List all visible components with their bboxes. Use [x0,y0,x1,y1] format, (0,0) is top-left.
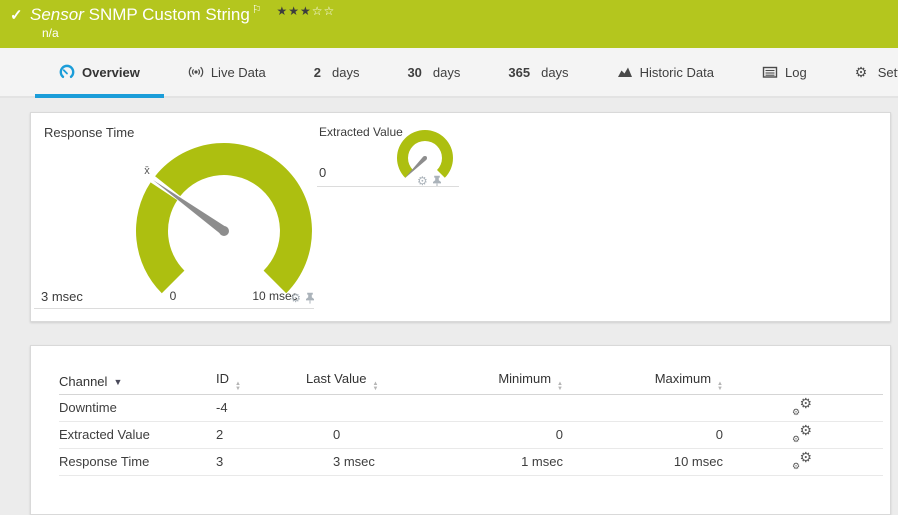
cell-maximum: 10 msec [673,454,723,469]
cell-last-value: 3 msec [333,454,375,469]
tab-label: days [432,64,461,80]
sensor-status: n/a [42,26,59,40]
gauge-icon [59,64,75,78]
cell-id: -4 [216,400,228,415]
gear-icon: ⚙ [854,64,868,80]
cell-channel: Downtime [59,400,117,415]
gauges-panel: Response Time x̄ 0 10 msec 3 msec ⚙ Extr… [30,112,891,322]
tab-label: Overview [82,64,140,80]
table-row[interactable]: Downtime -4 ⚙ ⚙ [59,394,883,421]
check-icon: ✓ [10,7,23,24]
tab-label: days [331,64,360,80]
widget-divider [34,308,314,309]
column-header-channel[interactable]: Channel ▼ [59,369,216,394]
tab-number: 365 [508,64,531,80]
widget-divider [317,186,459,187]
sort-icon: ▲ ▼ [557,380,563,392]
cell-id: 2 [216,427,224,442]
priority-stars[interactable]: ★★★☆☆ [276,4,335,18]
column-header-last-value[interactable]: Last Value ▲ ▼ [306,369,456,394]
tab-live-data[interactable]: Live Data [164,48,290,96]
tab-label: Log [784,64,807,80]
star-filled-icon[interactable]: ★ [300,4,312,18]
column-header-maximum[interactable]: Maximum ▲ ▼ [563,369,723,394]
gauge-scale-min: 0 [170,289,177,303]
column-header-id[interactable]: ID ▲ ▼ [216,369,306,394]
sort-desc-icon: ▼ [113,376,123,387]
sort-icon: ▲ ▼ [372,380,379,392]
table-row[interactable]: Extracted Value 2 0 0 0 ⚙ ⚙ [59,421,883,448]
tab-365-days[interactable]: 365 days [484,48,592,96]
tab-30-days[interactable]: 30 days [383,48,484,96]
tab-label: days [541,64,569,80]
column-header-actions [723,369,883,394]
channels-table: Channel ▼ ID ▲ ▼ Last Value ▲ ▼ Minimum ▲ ▼ Max… [59,369,883,476]
table-row[interactable]: Response Time 3 3 msec 1 msec 10 msec ⚙ ⚙ [59,448,883,475]
cell-minimum: 0 [555,427,563,442]
gauge-current-value: 3 msec [41,289,83,304]
channels-panel: Channel ▼ ID ▲ ▼ Last Value ▲ ▼ Minimum ▲ ▼ Max… [30,345,891,515]
cell-last-value: 0 [333,427,341,442]
cell-last-value [306,394,456,421]
cell-channel: Extracted Value [59,427,150,442]
channel-settings-icon[interactable]: ⚙ ⚙ [792,395,814,417]
star-filled-icon[interactable]: ★ [288,4,300,18]
gauge-pin-icon[interactable] [305,292,315,304]
sensor-name: SNMP Custom String [88,5,250,24]
tab-settings[interactable]: ⚙ Settings [831,48,898,96]
gauge-current-value: 0 [319,165,327,180]
tab-2-days[interactable]: 2 days [290,48,384,96]
table-header-row: Channel ▼ ID ▲ ▼ Last Value ▲ ▼ Minimum ▲ ▼ Max… [59,369,883,394]
column-header-minimum[interactable]: Minimum ▲ ▼ [456,369,563,394]
response-time-gauge: x̄ 0 10 msec [135,142,312,303]
sensor-header: ✓ Sensor SNMP Custom String ⚐ ★★★☆☆ n/a [0,0,898,48]
gauge-mean-marker: x̄ [144,165,150,177]
tab-historic-data[interactable]: Historic Data [593,48,738,96]
cell-channel: Response Time [59,454,150,469]
tab-number: 30 [407,64,422,80]
channel-settings-icon[interactable]: ⚙ ⚙ [792,422,814,444]
cell-maximum [563,394,723,421]
tab-log[interactable]: Log [738,48,831,96]
sensor-kind-label: Sensor [30,5,84,24]
star-empty-icon[interactable]: ☆ [324,4,336,18]
sort-icon: ▲ ▼ [717,380,723,392]
area-chart-icon [617,67,632,77]
tab-label: Historic Data [639,64,714,80]
flag-icon[interactable]: ⚐ [252,4,262,16]
channel-settings-icon[interactable]: ⚙ ⚙ [792,449,814,471]
gauge-settings-gear-icon[interactable]: ⚙ [290,292,301,304]
cell-maximum: 0 [715,427,723,442]
tab-bar: Overview Live Data 2 days 30 days 365 da… [0,48,898,98]
tab-label: Live Data [210,64,266,80]
tab-number: 2 [313,64,321,80]
tab-label: Settings [877,64,898,80]
star-empty-icon[interactable]: ☆ [312,4,324,18]
sort-icon: ▲ ▼ [235,380,241,392]
cell-minimum [456,394,563,421]
cell-id: 3 [216,454,224,469]
live-data-icon [188,66,204,78]
star-filled-icon[interactable]: ★ [276,4,288,18]
page-title: Sensor SNMP Custom String ⚐ ★★★☆☆ [30,3,335,25]
tab-overview[interactable]: Overview [35,48,164,98]
log-icon [762,66,778,78]
extracted-value-gauge-widget: Extracted Value 0 ⚙ [317,113,467,318]
cell-minimum: 1 msec [521,454,563,469]
response-time-gauge-widget: Response Time x̄ 0 10 msec 3 msec ⚙ [34,113,321,318]
